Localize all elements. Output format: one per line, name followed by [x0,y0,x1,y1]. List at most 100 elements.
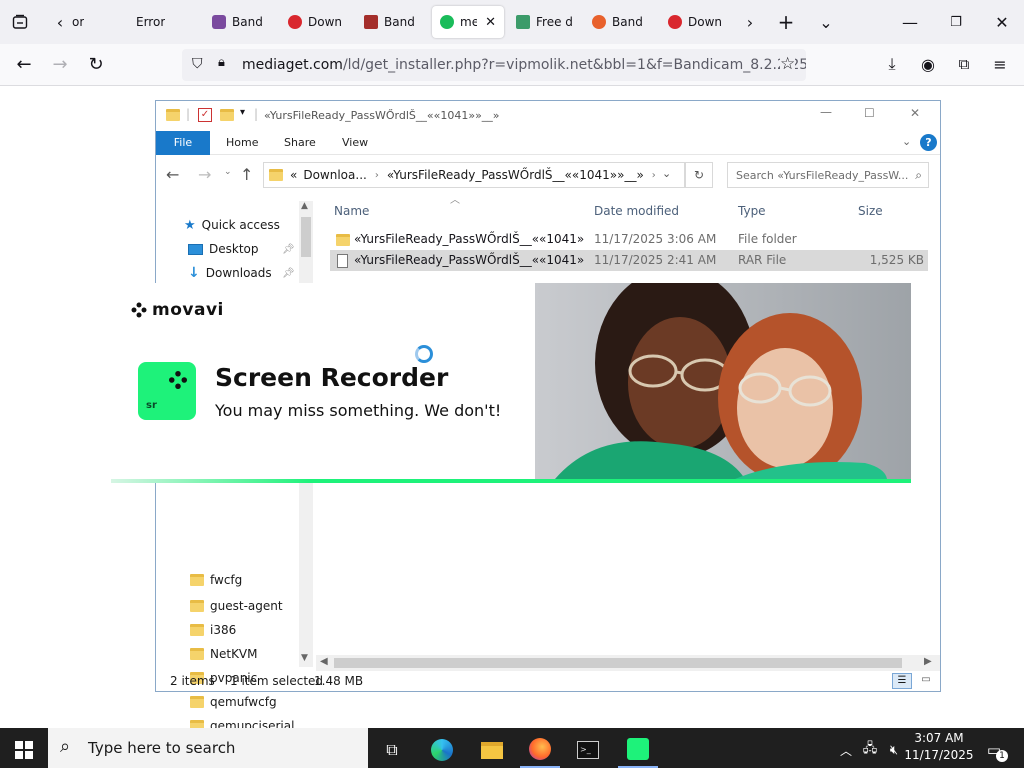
start-button[interactable] [4,732,44,768]
bookmark-star-icon[interactable]: ☆ [780,54,796,74]
breadcrumb-folder[interactable]: «YursFileReady_PassWŐrdlŠ__««1041»»__» [387,168,644,182]
file-row-selected[interactable]: «YursFileReady_PassWŐrdlŠ__««1041»»__...… [330,250,928,271]
new-tab-icon[interactable]: + [774,10,798,34]
ribbon-tab-home[interactable]: Home [216,131,268,155]
nav-label: fwcfg [210,573,243,587]
nav-folder-i386[interactable]: i386 [190,618,236,642]
tab-title: Down [688,15,723,29]
forward-icon[interactable]: → [48,52,72,76]
firefox-view-icon[interactable] [8,10,32,34]
recent-locations-icon[interactable]: ⌄ [224,167,232,177]
scroll-right-icon[interactable]: ▶ [924,656,932,667]
movavi-ad-banner[interactable]: movavi sr Screen Recorder You may miss s… [111,283,911,483]
properties-icon[interactable]: ✓ [198,108,212,122]
new-folder-icon[interactable] [220,109,234,121]
network-icon[interactable]: 🖧︎ [858,732,882,768]
tab-4[interactable]: Band [356,6,428,38]
notifications-icon[interactable]: ▭ 1 [980,732,1008,768]
column-name[interactable]: Name [334,201,369,221]
url-domain: mediaget.com [242,57,343,73]
nav-folder-guest-agent[interactable]: guest-agent [190,594,283,618]
close-icon[interactable]: ✕ [910,106,920,120]
ribbon-tab-share[interactable]: Share [274,131,326,155]
ribbon-tab-file[interactable]: File [156,131,210,155]
details-view-icon[interactable]: ☰ [892,673,912,689]
reload-icon[interactable]: ↻ [84,52,108,76]
url-bar[interactable]: ⛉ 🔒︎ mediaget.com/ld/get_installer.php?r… [182,49,806,81]
explorer-title-bar: | ✓ ▾ | «YursFileReady_PassWŐrdlŠ__««104… [156,101,940,131]
scroll-left-icon[interactable]: ◀ [320,656,328,667]
volume-muted-icon[interactable]: 🔇︎ [882,732,906,768]
nav-folder-fwcfg[interactable]: fwcfg [190,571,242,589]
up-icon[interactable]: ↑ [240,165,253,184]
tab-0[interactable]: or [64,6,124,38]
search-icon: ⌕ [60,736,71,757]
tab-8[interactable]: Down [660,6,732,38]
address-dropdown-icon[interactable]: ⌄ [662,167,671,180]
minimize-icon[interactable]: — [820,105,832,119]
tab-7[interactable]: Band [584,6,656,38]
status-item-count: 2 items [170,674,215,688]
overflow-chevron-icon[interactable]: « [290,168,297,182]
tracking-protection-icon[interactable]: ⛉ [192,56,203,72]
close-window-icon[interactable]: ✕ [990,10,1014,34]
task-view-icon[interactable]: ⧉ [372,732,412,768]
system-clock[interactable]: 3:07 AM 11/17/2025 [904,730,974,766]
expand-ribbon-icon[interactable]: ⌄ [902,135,911,148]
downloads-icon[interactable]: ⤓ [880,52,904,76]
search-box[interactable]: Search «YursFileReady_PassW... ⌕ [727,162,929,188]
tab-1[interactable]: Error [128,6,198,38]
ribbon-tab-view[interactable]: View [332,131,378,155]
scrollbar-thumb[interactable] [301,217,311,257]
lock-icon[interactable]: 🔒︎ [218,55,225,70]
forward-icon[interactable]: → [198,165,211,184]
column-date-modified[interactable]: Date modified [594,201,679,221]
back-icon[interactable]: ← [12,52,36,76]
breadcrumb-chevron-icon[interactable]: › [652,170,656,181]
tab-3[interactable]: Down [280,6,352,38]
maximize-icon[interactable]: ☐ [864,106,875,120]
help-icon[interactable]: ? [920,134,937,151]
screen-recorder-taskbar-icon[interactable] [618,732,658,768]
loading-spinner-icon [415,345,433,363]
nav-folder-netkvm[interactable]: NetKVM [190,642,258,666]
tab-2[interactable]: Band [204,6,274,38]
restore-window-icon[interactable]: ❐ [944,10,968,34]
pin-icon: 📌︎ [282,267,295,279]
nav-downloads[interactable]: ↓ Downloads 📌︎ [188,261,298,285]
minimize-window-icon[interactable]: — [898,10,922,34]
refresh-icon[interactable]: ↻ [685,162,713,188]
breadcrumb-chevron-icon[interactable]: › [375,170,379,181]
quick-access-dropdown-icon[interactable]: ▾ [240,107,245,118]
scrollbar-thumb[interactable] [334,658,902,668]
close-tab-icon[interactable]: ✕ [485,15,496,30]
column-size[interactable]: Size [858,201,883,221]
menu-icon[interactable]: ≡ [988,52,1012,76]
nav-folder-qemufwcfg[interactable]: qemufwcfg [190,690,277,714]
breadcrumb-downloads[interactable]: Downloa... [303,168,366,182]
list-all-tabs-icon[interactable]: ⌄ [814,10,838,34]
address-bar[interactable]: « Downloa... › «YursFileReady_PassWŐrdlŠ… [263,162,685,188]
large-icons-view-icon[interactable]: ▭ [916,673,936,689]
show-hidden-icons-icon[interactable]: ︿ [834,732,858,768]
horizontal-scrollbar[interactable]: ◀ ▶ [316,655,940,671]
file-icon [337,254,348,268]
taskbar-search-box[interactable]: ⌕ Type here to search [48,728,368,768]
file-row[interactable]: «YursFileReady_PassWŐrdlŠ__««1041»»__» 1… [330,229,928,250]
terminal-icon[interactable]: >_ [568,732,608,768]
extensions-icon[interactable]: ⧉ [952,52,976,76]
tab-5-active[interactable]: me ✕ [432,6,504,38]
back-icon[interactable]: ← [166,165,179,184]
tab-scroll-right-icon[interactable]: › [738,10,762,34]
tab-6[interactable]: Free d [508,6,584,38]
scroll-up-icon[interactable]: ▲ [301,201,308,211]
nav-quick-access[interactable]: ★ Quick access [184,213,280,237]
column-type[interactable]: Type [738,201,766,221]
scroll-down-icon[interactable]: ▼ [301,653,308,663]
edge-icon[interactable] [422,732,462,768]
nav-desktop[interactable]: Desktop 📌︎ [188,237,298,261]
firefox-icon[interactable] [520,732,560,768]
ad-progress-bar [111,479,911,483]
file-explorer-icon[interactable] [472,732,512,768]
account-icon[interactable]: ◉ [916,52,940,76]
